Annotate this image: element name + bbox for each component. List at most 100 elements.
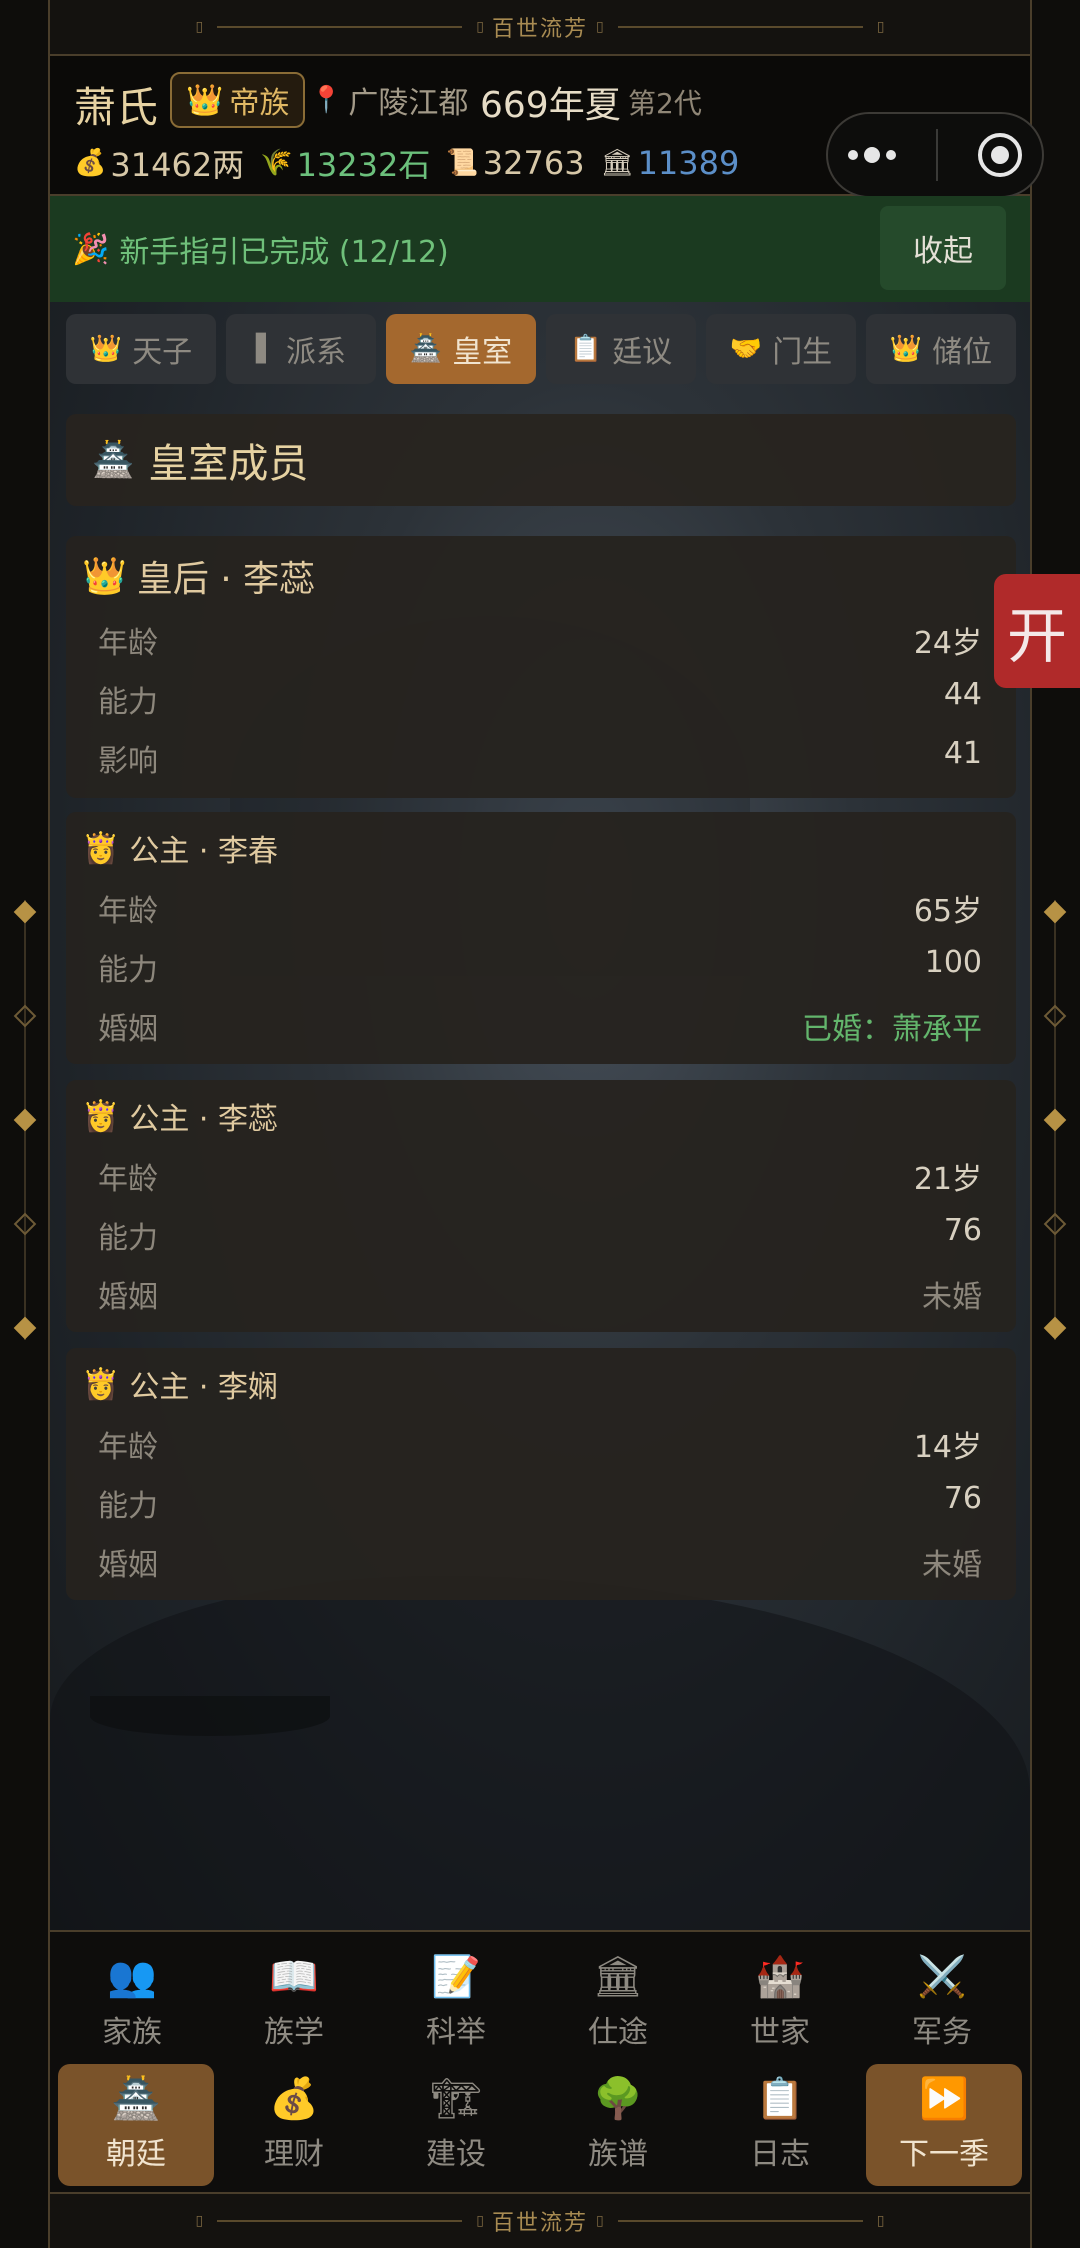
member-name: 公主 · 李蕊	[129, 1102, 278, 1137]
member-title: 👸 公主 · 李春	[82, 826, 278, 870]
prestige-resource: 🏛 11389	[601, 140, 740, 186]
tab-label: 廷议	[612, 335, 673, 370]
section-title: 皇室成员	[148, 441, 309, 487]
main-content: 🎉 新手指引已完成 (12/12) 收起 👑 天子 ▌ 派系 🏯 皇室 📋 廷议 🤝 门生…	[50, 196, 1030, 1930]
generation: 第2代	[628, 87, 702, 120]
tab-court-debate[interactable]: 📋 廷议	[546, 314, 696, 384]
tab-label: 门生	[772, 335, 833, 370]
crown-icon: 👑	[889, 334, 923, 364]
castle-icon: 🏰	[755, 1954, 805, 2000]
nav-construction[interactable]: 🏗 建设	[378, 2064, 534, 2186]
clan-rank-label: 帝族	[229, 86, 290, 121]
family-icon: 👥	[107, 1954, 157, 2000]
court-tabs: 👑 天子 ▌ 派系 🏯 皇室 📋 廷议 🤝 门生 👑 储位	[66, 314, 1016, 384]
resource-bar: 💰 31462两 🌾 13232石 📜 32763 🏛 11389	[74, 140, 739, 186]
clipboard-icon: 📋	[755, 2076, 805, 2122]
row-key: 年龄	[98, 626, 158, 661]
crown-icon: 👑	[89, 334, 123, 364]
bar-tick: ▯	[596, 2213, 604, 2229]
memo-icon: 📝	[431, 1954, 481, 2000]
row-value: 44	[943, 677, 982, 712]
handshake-icon: 🤝	[729, 334, 763, 364]
member-card-empress: 👑 皇后 · 李蕊 年龄 24岁 能力 44 影响 41	[66, 536, 1016, 798]
row-key: 年龄	[98, 894, 158, 929]
money-bag-icon: 💰	[74, 148, 107, 178]
member-row: 能力 76	[98, 1481, 982, 1525]
nav-finance[interactable]: 💰 理财	[216, 2064, 372, 2186]
game-title: 百世流芳	[491, 2211, 588, 2236]
palace-icon: 🏯	[111, 2076, 161, 2122]
grain-resource: 🌾 13232石	[260, 140, 430, 186]
clipboard-icon: 📋	[569, 334, 603, 364]
collapse-button[interactable]: 收起	[880, 206, 1006, 290]
row-key: 能力	[98, 953, 158, 988]
fast-forward-icon: ⏩	[919, 2076, 969, 2122]
tutorial-text: 新手指引已完成 (12/12)	[119, 235, 449, 270]
next-season-button[interactable]: ⏩ 下一季	[866, 2064, 1022, 2186]
row-value: 14岁	[913, 1430, 982, 1465]
prestige-value: 11389	[637, 144, 740, 182]
scroll-resource: 📜 32763	[446, 140, 584, 186]
nav-clan-school[interactable]: 📖 族学	[216, 1942, 372, 2064]
row-value: 65岁	[913, 894, 982, 929]
member-row: 婚姻 未婚	[98, 1540, 982, 1584]
nav-label: 族谱	[588, 2137, 648, 2172]
row-value: 21岁	[913, 1162, 982, 1197]
government-building-icon: 🏛	[592, 1954, 644, 2000]
location-label: 广陵江都	[348, 86, 469, 121]
bar-tick: ▯	[596, 19, 604, 35]
close-target-icon[interactable]	[978, 133, 1022, 177]
section-header: 🏯 皇室成员	[66, 414, 1016, 506]
palace-icon: 🏯	[92, 440, 135, 480]
clan-rank-badge: 👑 帝族	[170, 72, 306, 128]
building-icon: 🏛	[600, 148, 634, 178]
nav-log[interactable]: 📋 日志	[702, 2064, 858, 2186]
member-row: 能力 76	[98, 1213, 982, 1257]
nav-label: 仕途	[588, 2015, 648, 2050]
nav-noble-houses[interactable]: 🏰 世家	[702, 1942, 858, 2064]
party-popper-icon: 🎉	[72, 231, 110, 267]
scroll-value: 32763	[482, 144, 585, 182]
crown-icon: 👑	[186, 82, 224, 118]
more-menu-icon[interactable]	[848, 147, 896, 163]
member-row: 年龄 65岁	[98, 886, 982, 930]
tab-faction[interactable]: ▌ 派系	[226, 314, 376, 384]
nav-career[interactable]: 🏛 仕途	[540, 1942, 696, 2064]
member-title: 👑 皇后 · 李蕊	[82, 550, 315, 602]
left-ornament	[10, 900, 40, 1340]
crane-icon: 🏗	[430, 2076, 482, 2122]
book-icon: 📖	[269, 1954, 319, 2000]
nav-label: 日志	[750, 2137, 810, 2172]
nav-label: 军务	[912, 2015, 972, 2050]
member-title: 👸 公主 · 李娴	[82, 1362, 278, 1406]
row-value: 100	[924, 945, 982, 980]
member-name: 皇后 · 李蕊	[136, 559, 316, 600]
nav-label: 朝廷	[106, 2137, 166, 2172]
row-key: 能力	[98, 685, 158, 720]
clan-name: 萧氏	[74, 83, 159, 132]
row-value: 76	[943, 1481, 982, 1516]
nav-court[interactable]: 🏯 朝廷	[58, 2064, 214, 2186]
nav-exam[interactable]: 📝 科举	[378, 1942, 534, 2064]
nav-genealogy[interactable]: 🌳 族谱	[540, 2064, 696, 2186]
tutorial-banner: 🎉 新手指引已完成 (12/12) 收起	[50, 196, 1030, 302]
princess-icon: 👸	[82, 1098, 120, 1134]
nav-military[interactable]: ⚔️ 军务	[864, 1942, 1020, 2064]
member-row: 年龄 21岁	[98, 1154, 982, 1198]
tab-royal-family[interactable]: 🏯 皇室	[386, 314, 536, 384]
row-value: 41	[943, 736, 982, 771]
nav-label: 家族	[102, 2015, 162, 2050]
bar-tick: ▯	[195, 19, 204, 35]
tab-disciples[interactable]: 🤝 门生	[706, 314, 856, 384]
member-row: 年龄 14岁	[98, 1422, 982, 1466]
nav-family[interactable]: 👥 家族	[54, 1942, 210, 2064]
tab-succession[interactable]: 👑 储位	[866, 314, 1016, 384]
tab-label: 皇室	[452, 335, 513, 370]
row-key: 年龄	[98, 1162, 158, 1197]
floating-open-button[interactable]: 开	[994, 574, 1080, 688]
member-row: 婚姻 已婚：萧承平	[98, 1004, 982, 1048]
member-title: 👸 公主 · 李蕊	[82, 1094, 278, 1138]
tab-label: 储位	[932, 335, 993, 370]
tab-emperor[interactable]: 👑 天子	[66, 314, 216, 384]
bar-tick: ▯	[476, 19, 484, 35]
